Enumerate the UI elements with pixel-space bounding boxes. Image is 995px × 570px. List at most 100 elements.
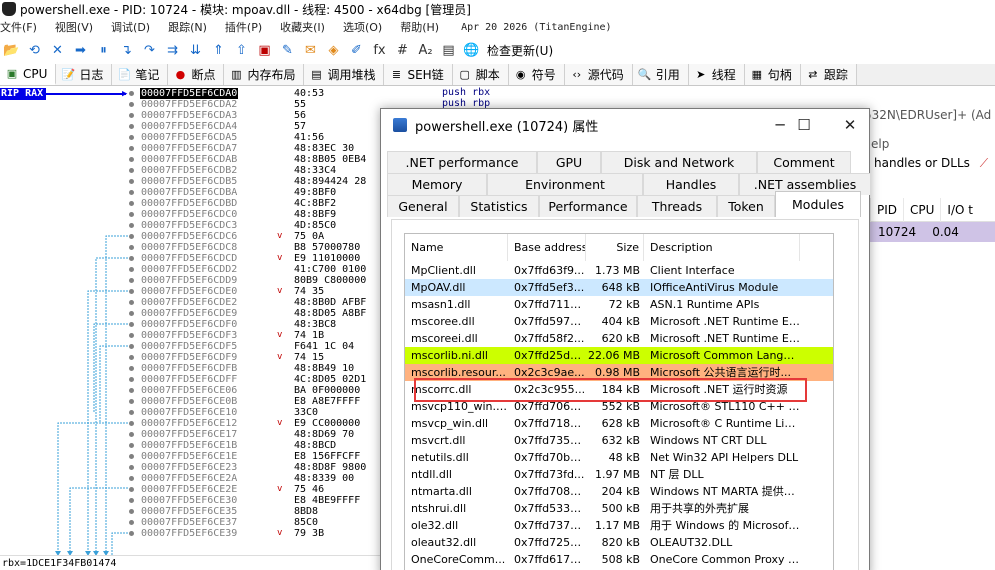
menu-options[interactable]: 选项(O): [343, 19, 382, 35]
dialog-tab-memory[interactable]: Memory: [387, 173, 487, 195]
dialog-tab-net-performance[interactable]: .NET performance: [387, 151, 537, 173]
dialog-tab-gpu[interactable]: GPU: [537, 151, 601, 173]
breakpoint-dot-icon[interactable]: [129, 487, 134, 492]
disasm-row[interactable]: 00007FFD5EF6CE17 48:8D69 70: [0, 429, 440, 440]
breakpoint-dot-icon[interactable]: [129, 234, 134, 239]
disasm-row[interactable]: 00007FFD5EF6CDB5 48:894424 28: [0, 176, 440, 187]
module-row[interactable]: ntmarta.dll 0x7ffd708a... 204 kB Windows NT…: [405, 483, 833, 500]
menu-plugins[interactable]: 插件(P): [225, 19, 262, 35]
patch-icon[interactable]: ✎: [278, 41, 297, 60]
disasm-row[interactable]: 00007FFD5EF6CDCD v E9 11010000: [0, 253, 440, 264]
background-process-row[interactable]: 10724 0.04: [870, 222, 995, 242]
module-row[interactable]: MpOAV.dll 0x7ffd5ef3... 648 kB IOfficeAntiV…: [405, 279, 833, 296]
breakpoint-dot-icon[interactable]: [129, 454, 134, 459]
column-cpu[interactable]: CPU: [903, 197, 940, 222]
label-icon[interactable]: ◈: [324, 41, 343, 60]
breakpoint-dot-icon[interactable]: [129, 388, 134, 393]
disasm-row[interactable]: 00007FFD5EF6CE23 48:8D8F 9800: [0, 462, 440, 473]
disasm-row[interactable]: 00007FFD5EF6CDA5 41:56: [0, 132, 440, 143]
disasm-row[interactable]: 00007FFD5EF6CDF5 F641 1C 04: [0, 341, 440, 352]
comment-icon[interactable]: ✉: [301, 41, 320, 60]
tab-script[interactable]: ▢ 脚本: [452, 64, 509, 85]
menu-favourites[interactable]: 收藏夹(I): [280, 19, 325, 35]
disasm-row[interactable]: 00007FFD5EF6CDE0 v 74 35: [0, 286, 440, 297]
module-row[interactable]: msasn1.dll 0x7ffd7116... 72 kB ASN.1 Runtim…: [405, 296, 833, 313]
column-name[interactable]: Name: [405, 234, 508, 261]
tab-memory-map[interactable]: ▥ 内存布局: [224, 64, 305, 85]
disasm-row[interactable]: 00007FFD5EF6CE37 85C0: [0, 517, 440, 528]
menu-file[interactable]: 文件(F): [0, 19, 37, 35]
dialog-tab-statistics[interactable]: Statistics: [459, 195, 539, 217]
dialog-tab-environment[interactable]: Environment: [487, 173, 643, 195]
breakpoint-dot-icon[interactable]: [129, 355, 134, 360]
scylla-icon[interactable]: ▣: [255, 41, 274, 60]
disasm-row[interactable]: 00007FFD5EF6CDD9 80B9 C800000: [0, 275, 440, 286]
tab-cpu[interactable]: ▣ CPU: [0, 64, 57, 85]
disasm-row[interactable]: 00007FFD5EF6CE30 E8 4BE9FFFF: [0, 495, 440, 506]
module-row[interactable]: mscorlib.ni.dll 0x7ffd25d4... 22.06 MB Micr…: [405, 347, 833, 364]
tab-log[interactable]: 📝 日志: [56, 64, 113, 85]
breakpoint-dot-icon[interactable]: [129, 432, 134, 437]
breakpoint-dot-icon[interactable]: [129, 157, 134, 162]
disasm-row[interactable]: 00007FFD5EF6CDA3 56: [0, 110, 440, 121]
disasm-row[interactable]: 00007FFD5EF6CDE9 48:8D05 A8BF: [0, 308, 440, 319]
menu-trace[interactable]: 跟踪(N): [168, 19, 207, 35]
column-base-address[interactable]: Base address: [508, 234, 586, 261]
menu-view[interactable]: 视图(V): [55, 19, 93, 35]
close-icon[interactable]: ✕: [835, 114, 865, 136]
dialog-tab-comment[interactable]: Comment: [757, 151, 851, 173]
dialog-tab-token[interactable]: Token: [717, 195, 775, 217]
breakpoint-dot-icon[interactable]: [129, 333, 134, 338]
breakpoint-dot-icon[interactable]: [129, 311, 134, 316]
hash-icon[interactable]: #: [393, 41, 412, 60]
breakpoint-dot-icon[interactable]: [129, 102, 134, 107]
breakpoint-dot-icon[interactable]: [129, 498, 134, 503]
breakpoint-dot-icon[interactable]: [129, 278, 134, 283]
disasm-row[interactable]: 00007FFD5EF6CDC6 v 75 0A: [0, 231, 440, 242]
dialog-tab-general[interactable]: General: [387, 195, 459, 217]
breakpoint-dot-icon[interactable]: [129, 113, 134, 118]
disasm-row[interactable]: 00007FFD5EF6CDFF 4C:8D05 02D1: [0, 374, 440, 385]
disasm-row[interactable]: 00007FFD5EF6CDA2 55: [0, 99, 440, 110]
disasm-row[interactable]: 00007FFD5EF6CDC3 4D:85C0: [0, 220, 440, 231]
breakpoint-dot-icon[interactable]: [129, 146, 134, 151]
open-icon[interactable]: 📂: [2, 41, 21, 60]
tab-source[interactable]: ‹› 源代码: [564, 64, 633, 85]
dialog-tab-modules[interactable]: Modules: [775, 191, 861, 217]
breakpoint-dot-icon[interactable]: [129, 465, 134, 470]
disasm-row[interactable]: 00007FFD5EF6CDFB 48:8B49 10: [0, 363, 440, 374]
pause-icon[interactable]: ⏸: [94, 41, 113, 60]
breakpoint-dot-icon[interactable]: [129, 300, 134, 305]
disasm-row[interactable]: 00007FFD5EF6CDD2 41:C700 0100: [0, 264, 440, 275]
execute-till-return-icon[interactable]: ⇑: [209, 41, 228, 60]
disasm-row[interactable]: 00007FFD5EF6CE12 v E9 CC000000: [0, 418, 440, 429]
breakpoint-dot-icon[interactable]: [129, 245, 134, 250]
close-icon[interactable]: ✕: [48, 41, 67, 60]
disasm-row[interactable]: 00007FFD5EF6CDA4 57: [0, 121, 440, 132]
column-io[interactable]: I/O t: [940, 197, 979, 222]
column-size[interactable]: Size: [586, 234, 644, 261]
disasm-row[interactable]: 00007FFD5EF6CDAB 48:8B05 0EB4: [0, 154, 440, 165]
disassembly-pane[interactable]: RIP RAX ▶ 00007FFD5EF6CDA0 40:53 00007FF…: [0, 87, 440, 555]
tab-breakpoint[interactable]: ● 断点: [168, 64, 225, 85]
disasm-row[interactable]: 00007FFD5EF6CDA0 40:53: [0, 88, 440, 99]
trace-into-icon[interactable]: ⇉: [163, 41, 182, 60]
check-update-button[interactable]: 检查更新(U): [487, 42, 553, 59]
module-row[interactable]: oleaut32.dll 0x7ffd7252... 820 kB OLEAUT32.…: [405, 534, 833, 551]
module-row[interactable]: msvcp_win.dll 0x7ffd7184... 628 kB Microsof…: [405, 415, 833, 432]
breakpoint-dot-icon[interactable]: [129, 201, 134, 206]
disasm-row[interactable]: 00007FFD5EF6CE39 v 79 3B: [0, 528, 440, 539]
calculator-icon[interactable]: ▤: [439, 41, 458, 60]
trace-over-icon[interactable]: ⇊: [186, 41, 205, 60]
breakpoint-dot-icon[interactable]: [129, 168, 134, 173]
disasm-row[interactable]: 00007FFD5EF6CE1B 48:8BCD: [0, 440, 440, 451]
tab-handles[interactable]: ▦ 句柄: [744, 64, 801, 85]
module-row[interactable]: MpClient.dll 0x7ffd63f9... 1.73 MB Client I…: [405, 262, 833, 279]
tab-trace[interactable]: ⇄ 跟踪: [800, 64, 857, 85]
column-description[interactable]: Description: [644, 234, 800, 261]
module-row[interactable]: netutils.dll 0x7ffd70b2... 48 kB Net Win32 …: [405, 449, 833, 466]
breakpoint-dot-icon[interactable]: [129, 476, 134, 481]
module-row[interactable]: mscoree.dll 0x7ffd5972... 404 kB Microsoft …: [405, 313, 833, 330]
disasm-row[interactable]: 00007FFD5EF6CDBD 4C:8BF2: [0, 198, 440, 209]
dialog-tab-handles[interactable]: Handles: [643, 173, 739, 195]
